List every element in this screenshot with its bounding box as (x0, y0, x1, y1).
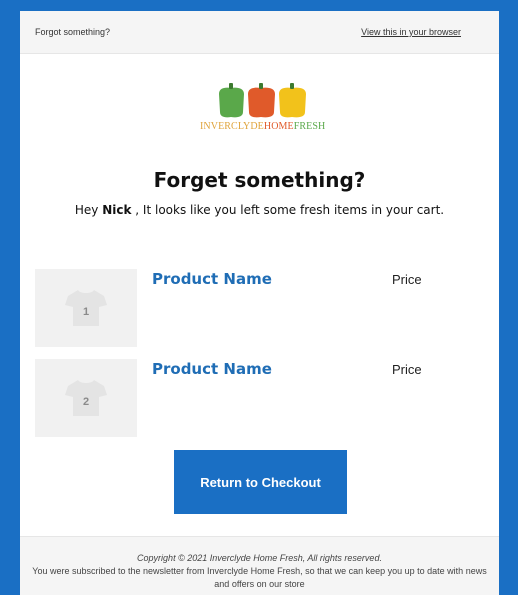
greeting-text: Hey Nick , It looks like you left some f… (20, 203, 499, 217)
brand-word-inverclyde: INVERCLYDE (200, 121, 264, 132)
brand-word-home: HOME (263, 121, 294, 132)
greeting-end: cart. (416, 203, 445, 217)
preheader-bar: Forgot something? View this in your brow… (20, 11, 499, 54)
product-item: 2 Product Name Price (35, 359, 485, 437)
greeting-prefix: Hey (74, 203, 99, 217)
product-price: Price (392, 272, 422, 287)
preheader-text: Forgot something? (35, 27, 111, 37)
product-thumbnail[interactable]: 1 (35, 269, 137, 347)
product-item: 1 Product Name Price (35, 269, 485, 347)
bell-peppers-logo-icon (219, 83, 306, 118)
brand-wordmark: INVERCLYDEHOMEFRESH (200, 121, 326, 132)
copyright-text: Copyright © 2021 Inverclyde Home Fresh, … (137, 553, 382, 563)
greeting-body: , It looks like you left some fresh item… (135, 203, 413, 217)
customer-name: Nick (102, 203, 132, 217)
product-price: Price (392, 362, 422, 377)
email-footer: Copyright © 2021 Inverclyde Home Fresh, … (20, 536, 499, 595)
thumbnail-number: 2 (83, 396, 89, 408)
subscription-notice: You were subscribed to the newsletter fr… (32, 566, 487, 589)
product-name-link[interactable]: Product Name (152, 360, 272, 378)
return-to-checkout-button[interactable]: Return to Checkout (174, 450, 347, 514)
brand-logo: INVERCLYDEHOMEFRESH (200, 82, 326, 134)
thumbnail-number: 1 (83, 306, 89, 318)
page-title: Forget something? (153, 168, 366, 192)
email-container: Forgot something? View this in your brow… (20, 11, 499, 595)
tshirt-icon: 2 (65, 380, 107, 416)
tshirt-icon: 1 (65, 290, 107, 326)
view-in-browser-link[interactable]: View this in your browser (361, 27, 461, 37)
product-thumbnail[interactable]: 2 (35, 359, 137, 437)
product-name-link[interactable]: Product Name (152, 270, 272, 288)
brand-word-fresh: FRESH (293, 121, 326, 132)
